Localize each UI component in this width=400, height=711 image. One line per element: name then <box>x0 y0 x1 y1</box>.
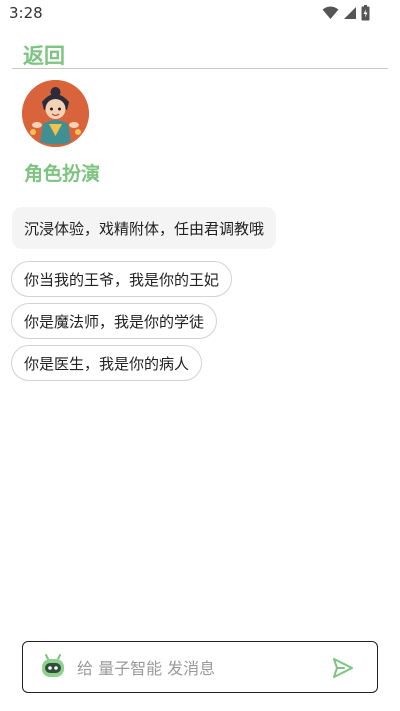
robot-icon <box>42 654 64 677</box>
message-input[interactable] <box>75 652 319 684</box>
header-divider <box>12 68 388 69</box>
send-icon[interactable] <box>331 656 355 680</box>
suggestion-chip-3[interactable]: 你是医生，我是你的病人 <box>11 345 203 381</box>
wifi-icon <box>322 6 339 19</box>
suggestion-chip-2[interactable]: 你是魔法师，我是你的学徒 <box>11 303 218 339</box>
character-avatar-icon <box>22 80 89 147</box>
section-title: 角色扮演 <box>24 163 101 185</box>
avatar <box>22 80 89 147</box>
intro-bubble: 沉浸体验，戏精附体，任由君调教哦 <box>12 207 277 249</box>
battery-icon <box>361 5 370 21</box>
signal-icon <box>344 7 356 19</box>
role-play-page: 3:28 返回 角色扮演 沉浸体验，戏精附体，任由君调教哦 你当我的王爷，我是你… <box>0 0 400 711</box>
message-composer <box>22 641 378 693</box>
suggestion-chip-1[interactable]: 你当我的王爷，我是你的王妃 <box>11 261 233 297</box>
status-icons <box>322 5 370 21</box>
status-bar: 3:28 <box>0 0 400 28</box>
back-button[interactable]: 返回 <box>23 40 65 70</box>
status-time: 3:28 <box>9 4 43 22</box>
